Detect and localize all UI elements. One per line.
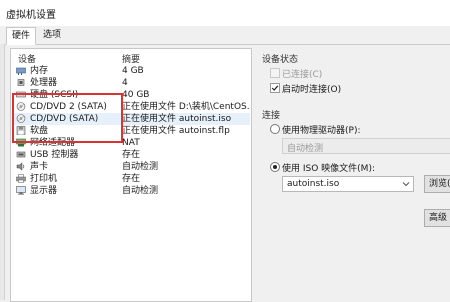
column-header-device: 设备 [18, 55, 37, 65]
physical-drive-label: 使用物理驱动器(P): [282, 126, 361, 136]
advanced-button[interactable]: 高级 [424, 209, 450, 227]
connect-on-power-label: 启动时连接(O) [282, 85, 342, 95]
connected-checkbox[interactable] [270, 68, 280, 78]
sound-card-icon [16, 162, 25, 171]
device-row-printer[interactable]: 打印机 存在 [14, 173, 250, 185]
device-summary: 自动检测 [122, 186, 159, 196]
device-summary: 正在使用文件 autoinst.flp [122, 126, 230, 136]
tab-options[interactable]: 选项 [38, 27, 66, 43]
device-name: 打印机 [30, 174, 58, 184]
memory-icon [16, 67, 26, 75]
window-edge [0, 44, 5, 300]
window-title: 虚拟机设置 [6, 10, 56, 21]
physical-drive-value: 自动检测 [287, 144, 324, 154]
device-summary: 自动检测 [122, 162, 159, 172]
device-summary: 4 GB [122, 66, 144, 76]
device-summary: 正在使用文件 D:\装机\CentOS... [122, 102, 250, 112]
connected-label: 已连接(C) [282, 70, 323, 80]
tab-hardware[interactable]: 硬件 [6, 27, 37, 45]
device-row-usb-controller[interactable]: USB 控制器 存在 [14, 149, 250, 161]
device-status-label: 设备状态 [262, 55, 299, 65]
device-name: USB 控制器 [30, 150, 79, 160]
iso-file-value: autoinst.iso [287, 179, 340, 189]
device-name: 声卡 [30, 162, 49, 172]
connect-on-power-checkbox[interactable] [270, 83, 280, 93]
device-row-processor[interactable]: 处理器 4 [14, 77, 250, 89]
device-summary: 40 GB [122, 90, 150, 100]
device-summary: NAT [122, 138, 140, 148]
title-bar [0, 0, 450, 26]
physical-drive-select[interactable]: 自动检测 [282, 138, 450, 154]
device-row-memory[interactable]: 内存 4 GB [14, 65, 250, 77]
device-name: 内存 [30, 66, 49, 76]
iso-file-combobox[interactable]: autoinst.iso [282, 176, 414, 192]
tab-strip [0, 26, 450, 45]
device-summary: 4 [122, 78, 128, 88]
device-row-monitor[interactable]: 显示器 自动检测 [14, 185, 250, 197]
chevron-down-icon[interactable] [402, 180, 410, 188]
browse-button[interactable]: 浏览( [424, 175, 450, 193]
iso-file-radio[interactable] [270, 162, 280, 172]
browse-button-label: 浏览( [429, 179, 450, 189]
device-name: 显示器 [30, 186, 58, 196]
monitor-icon [16, 186, 26, 195]
physical-drive-radio[interactable] [270, 124, 280, 134]
printer-icon [16, 174, 26, 183]
checkmark-icon [271, 85, 279, 91]
device-name: 处理器 [30, 78, 58, 88]
usb-icon [16, 151, 26, 158]
device-summary: 正在使用文件 autoinst.iso [122, 114, 232, 124]
cpu-icon [17, 79, 25, 86]
highlight-annotation-box [12, 93, 123, 143]
iso-file-label: 使用 ISO 映像文件(M): [282, 164, 375, 174]
column-header-summary: 摘要 [122, 55, 141, 65]
device-summary: 存在 [122, 174, 141, 184]
advanced-button-label: 高级 [429, 213, 448, 223]
device-row-sound-card[interactable]: 声卡 自动检测 [14, 161, 250, 173]
connection-label: 连接 [262, 111, 281, 121]
device-summary: 存在 [122, 150, 141, 160]
